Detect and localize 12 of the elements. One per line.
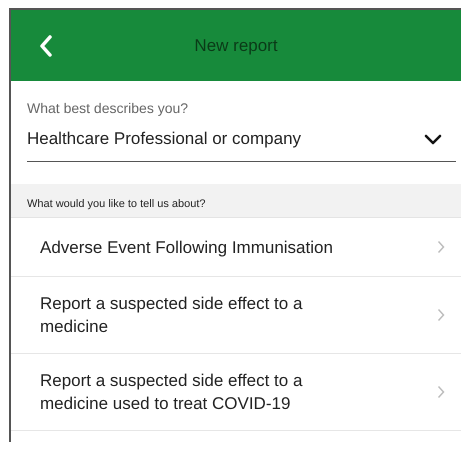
report-option[interactable]: Report a suspected side effect to a medicine <box>11 277 461 354</box>
chevron-right-icon <box>437 385 445 399</box>
chevron-right-icon <box>437 308 445 322</box>
report-option[interactable]: Report a suspected side effect to a medicine used to treat COVID-19 <box>11 354 461 431</box>
field-label: What best describes you? <box>27 100 188 116</box>
chevron-down-icon <box>424 134 442 144</box>
role-dropdown[interactable]: Healthcare Professional or company <box>27 129 456 162</box>
back-icon <box>39 34 53 56</box>
section-heading: What would you like to tell us about? <box>27 198 206 210</box>
screen-title: New report <box>194 36 278 56</box>
chevron-right-icon <box>437 240 445 254</box>
report-option[interactable]: Adverse Event Following Immunisation <box>11 218 461 277</box>
